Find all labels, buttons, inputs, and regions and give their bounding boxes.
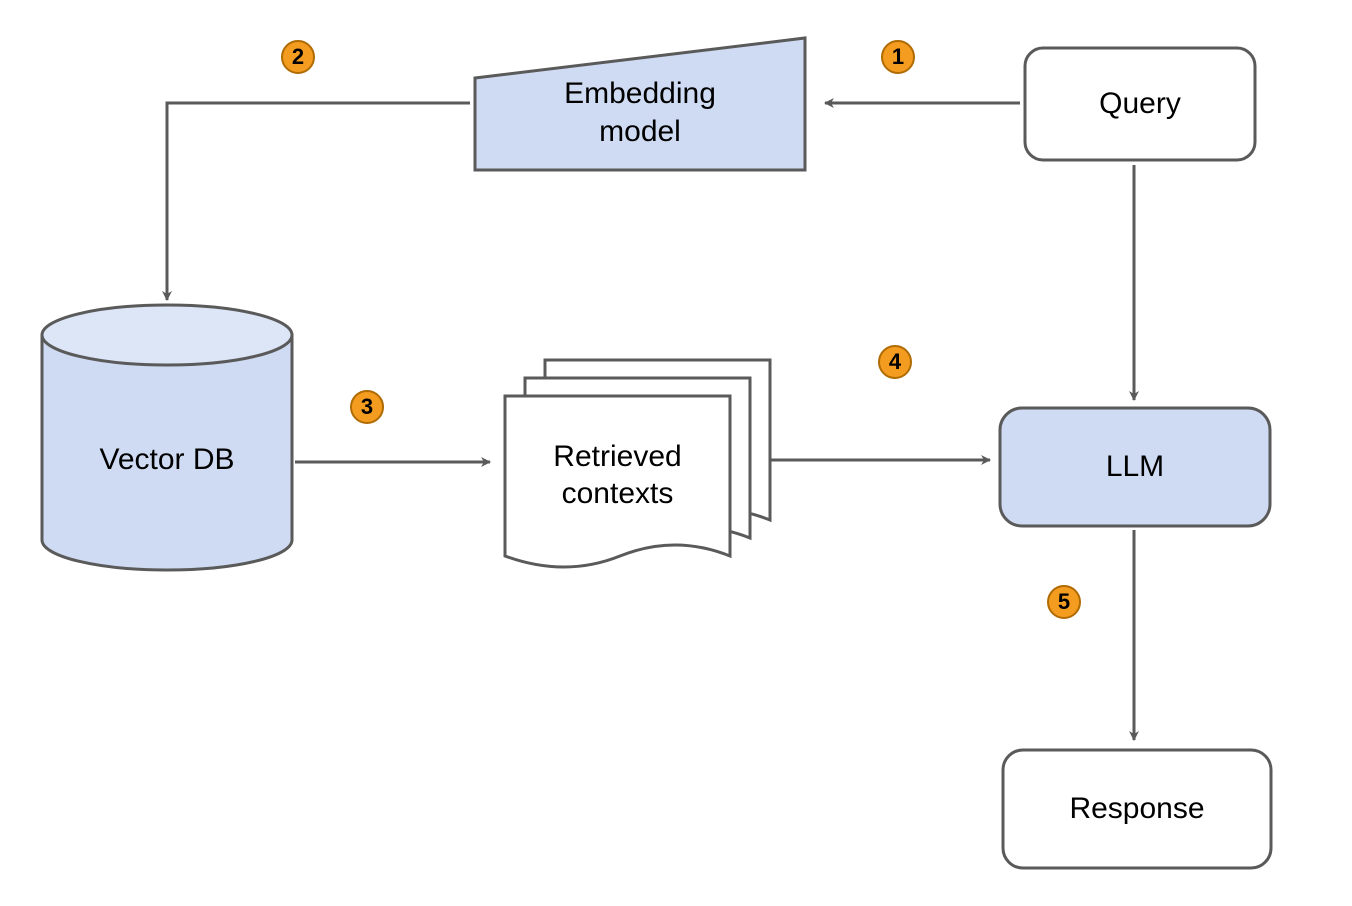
node-llm xyxy=(1000,408,1270,526)
diagram-canvas: Query Embedding model Vector DB Retrieve… xyxy=(0,0,1352,906)
step-badge-2: 2 xyxy=(281,40,315,74)
step-badge-3: 3 xyxy=(350,390,384,424)
node-embedding-model xyxy=(475,38,805,170)
node-query xyxy=(1025,48,1255,160)
diagram-svg xyxy=(0,0,1352,906)
arrow-embedding-to-vectordb xyxy=(167,103,470,300)
node-retrieved-contexts xyxy=(505,360,770,567)
step-badge-5: 5 xyxy=(1047,585,1081,619)
step-badge-4: 4 xyxy=(878,345,912,379)
step-badge-1: 1 xyxy=(881,40,915,74)
node-vector-db xyxy=(42,305,292,570)
node-response xyxy=(1003,750,1271,868)
